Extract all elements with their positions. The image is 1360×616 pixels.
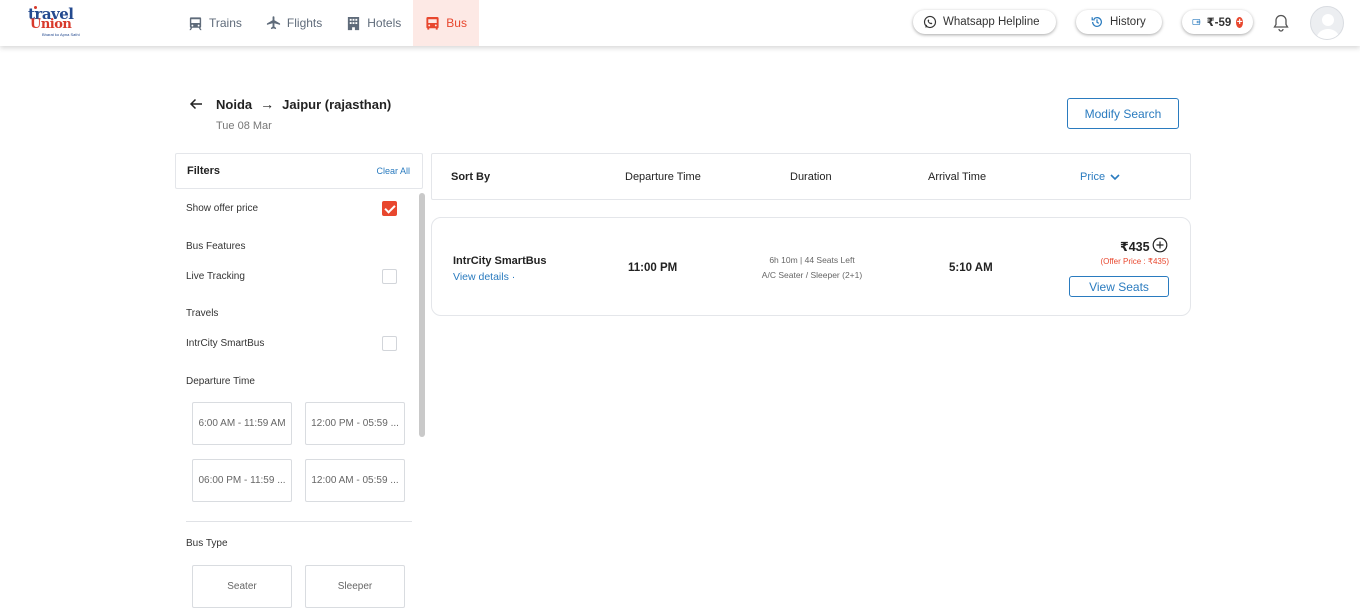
intrcity-label: IntrCity SmartBus [186,338,265,349]
nav-label-hotels: Hotels [367,16,402,30]
bus-features-heading: Bus Features [186,241,246,252]
bus-type-sleeper[interactable]: Sleeper [305,565,405,608]
main-nav: Trains Flights Hotels Bus [176,0,479,46]
route-to: Jaipur (rajasthan) [282,96,392,112]
sort-price-label: Price [1080,171,1106,183]
live-tracking-checkbox[interactable] [382,269,397,284]
plane-icon [266,15,280,29]
train-icon [189,16,202,30]
bus-type-heading: Bus Type [186,538,228,549]
show-offer-price-checkbox[interactable] [382,201,397,216]
sort-by-label: Sort By [451,171,491,183]
add-circle-icon[interactable] [1152,237,1168,253]
nav-item-flights[interactable]: Flights [254,0,334,46]
departure-slot-night[interactable]: 12:00 AM - 05:59 ... [305,459,405,502]
logo-tagline: Bharat ko Apna Sathi [42,32,80,37]
sort-price[interactable]: Price [1080,171,1121,183]
nav-item-bus[interactable]: Bus [413,0,479,46]
modify-search-button[interactable]: Modify Search [1067,98,1179,129]
sort-duration[interactable]: Duration [790,171,832,183]
top-navbar: travel Union Bharat ko Apna Sathi Trains… [0,0,1360,46]
travel-date: Tue 08 Mar [216,120,272,132]
sort-departure-time[interactable]: Departure Time [625,171,701,183]
filters-divider [186,521,412,522]
departure-slot-afternoon[interactable]: 12:00 PM - 05:59 ... [305,402,405,445]
departure-time-heading: Departure Time [186,376,255,387]
wallet-amount: ₹-59 [1206,17,1232,29]
route-from: Noida [216,96,253,112]
bus-type-seater[interactable]: Seater [192,565,292,608]
route-arrow-icon: → [260,96,275,112]
back-arrow-icon[interactable] [188,96,204,112]
sort-arrival-time[interactable]: Arrival Time [928,171,986,183]
whatsapp-helpline-label: Whatsapp Helpline [943,16,1040,28]
filters-scrollbar[interactable] [419,193,425,437]
fare-price: ₹435 [1120,240,1150,254]
history-button[interactable]: History [1076,10,1162,34]
view-seats-button[interactable]: View Seats [1069,276,1169,297]
hotel-icon [348,16,360,30]
bus-icon [426,16,439,30]
nav-label-bus: Bus [446,16,467,30]
travels-heading: Travels [186,308,219,319]
operator-name: IntrCity SmartBus [453,255,547,267]
live-tracking-label: Live Tracking [186,271,245,282]
chevron-down-icon [1110,174,1120,181]
bus-result-card: IntrCity SmartBus View details · 11:00 P… [431,217,1191,316]
wallet-icon [1192,18,1201,26]
nav-label-flights: Flights [286,16,323,30]
whatsapp-icon [923,15,937,29]
duration-seats: 6h 10m | 44 Seats Left [769,255,855,265]
user-avatar[interactable] [1310,6,1344,40]
add-money-icon[interactable]: + [1236,16,1243,28]
notification-bell-icon[interactable] [1271,13,1291,33]
whatsapp-helpline-button[interactable]: Whatsapp Helpline [913,10,1056,34]
duration-info: 6h 10m | 44 Seats Left A/C Seater / Slee… [722,253,902,283]
departure-time: 11:00 PM [628,262,678,274]
filters-title: Filters [187,165,221,177]
departure-slot-morning[interactable]: 6:00 AM - 11:59 AM [192,402,292,445]
history-label: History [1110,16,1146,28]
departure-slot-evening[interactable]: 06:00 PM - 11:59 ... [192,459,292,502]
view-details-link[interactable]: View details · [453,271,515,283]
logo-text-bottom: Union [30,17,72,32]
nav-label-trains: Trains [209,16,242,30]
nav-item-hotels[interactable]: Hotels [334,0,413,46]
user-icon [1316,14,1340,39]
travel-union-logo[interactable]: travel Union Bharat ko Apna Sathi [28,5,86,39]
offer-price: (Offer Price : ₹435) [1100,257,1169,266]
bus-type-info: A/C Seater / Sleeper (2+1) [761,270,863,280]
route-title: Noida → Jaipur (rajasthan) [216,96,391,112]
filters-header: Filters Clear All [175,153,423,189]
nav-item-trains[interactable]: Trains [176,0,254,46]
sort-bar: Sort By Departure Time Duration Arrival … [431,153,1191,200]
clear-all-link[interactable]: Clear All [376,166,410,176]
wallet-button[interactable]: ₹-59 + [1182,10,1253,34]
show-offer-price-label: Show offer price [186,203,259,214]
view-details-label: View details [453,271,509,283]
history-icon [1091,16,1102,27]
intrcity-checkbox[interactable] [382,336,397,351]
arrival-time: 5:10 AM [949,262,993,274]
